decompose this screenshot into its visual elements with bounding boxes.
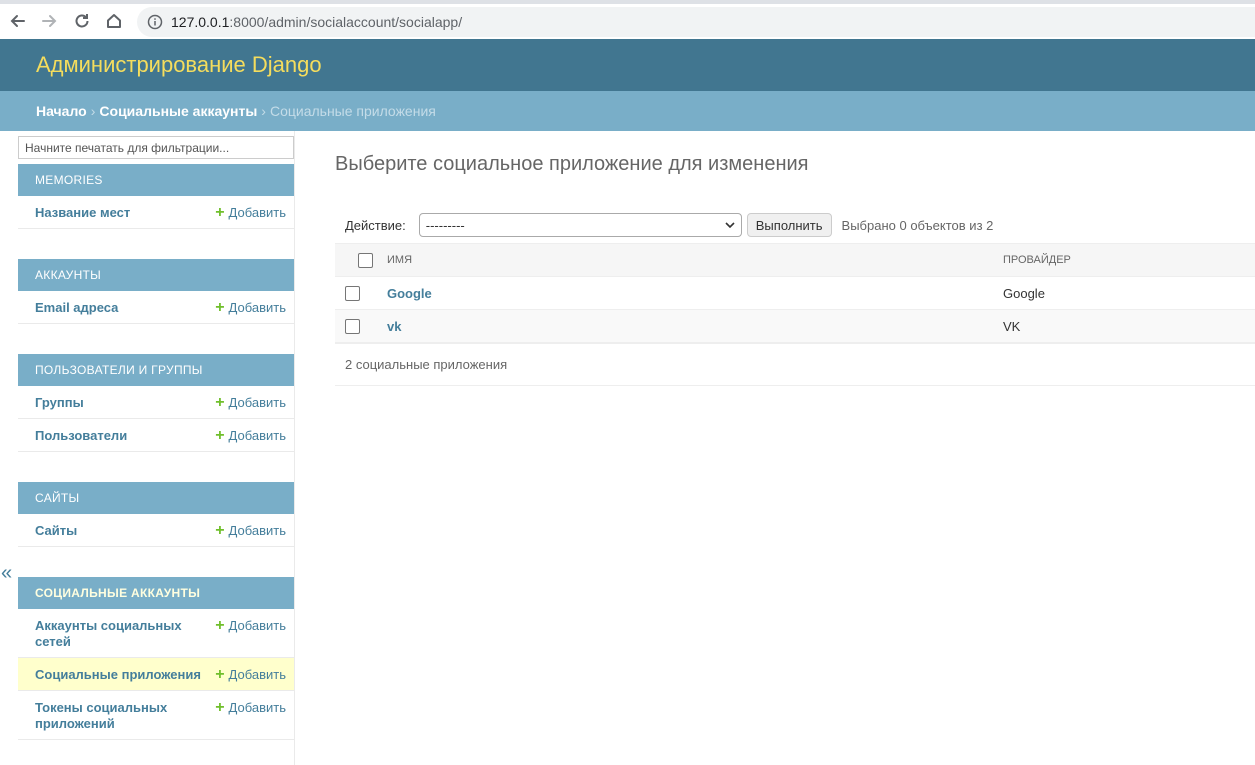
column-header-name[interactable]: Имя — [386, 244, 1002, 277]
sidebar-item-label[interactable]: Сайты — [35, 523, 77, 539]
sidebar-item-label[interactable]: Аккаунты социальных сетей — [35, 618, 185, 650]
sidebar-item-label[interactable]: Email адреса — [35, 300, 118, 316]
add-button[interactable]: + Добавить — [215, 523, 286, 539]
plus-icon: + — [215, 204, 225, 221]
arrow-right-icon — [42, 15, 57, 27]
select-all-checkbox[interactable] — [357, 253, 373, 269]
breadcrumb-separator: › — [90, 103, 96, 119]
home-icon — [107, 14, 121, 28]
toggle-sidebar-button[interactable]: « — [1, 562, 12, 585]
reload-button[interactable] — [71, 10, 93, 32]
result-count: 2 социальные приложения — [335, 343, 1255, 386]
breadcrumb-app[interactable]: Социальные аккаунты — [99, 103, 257, 119]
home-button[interactable] — [103, 10, 125, 32]
sidebar-item-groups: Группы + Добавить — [18, 386, 294, 419]
module-accounts: Аккаунты Email адреса + Добавить — [18, 259, 294, 324]
add-button[interactable]: + Добавить — [215, 667, 286, 683]
module-caption[interactable]: Пользователи и группы — [18, 354, 294, 386]
sidebar-item-label[interactable]: Токены социальных приложений — [35, 700, 185, 732]
name-cell: Google — [386, 277, 1002, 310]
sidebar-item-social-tokens: Токены социальных приложений + Добавить — [18, 691, 294, 740]
sidebar-item-label[interactable]: Группы — [35, 395, 84, 411]
add-button[interactable]: + Добавить — [215, 395, 286, 411]
sidebar-item-label[interactable]: Социальные приложения — [35, 667, 201, 683]
add-button[interactable]: + Добавить — [215, 618, 286, 634]
name-cell: vk — [386, 310, 1002, 343]
provider-cell: VK — [1003, 318, 1021, 334]
row-checkbox[interactable] — [345, 319, 360, 335]
arrow-left-icon — [10, 15, 25, 27]
sidebar-item-places: Название мест + Добавить — [18, 196, 294, 229]
sidebar-filter-input[interactable] — [18, 136, 294, 159]
module-socialaccount: Социальные аккаунты Аккаунты социальных … — [18, 577, 294, 740]
module-caption[interactable]: Аккаунты — [18, 259, 294, 291]
breadcrumb-current: Социальные приложения — [269, 103, 436, 119]
row-link[interactable]: vk — [387, 319, 401, 334]
module-sites: Сайты Сайты + Добавить — [18, 482, 294, 547]
breadcrumb-home[interactable]: Начало — [36, 103, 87, 119]
module-auth: Пользователи и группы Группы + Добавить П… — [18, 354, 294, 452]
sidebar-item-label[interactable]: Пользователи — [35, 428, 127, 444]
add-button[interactable]: + Добавить — [215, 700, 286, 716]
add-button[interactable]: + Добавить — [215, 428, 286, 444]
action-select-value: --------- — [425, 217, 465, 233]
action-select[interactable]: --------- — [418, 213, 742, 237]
module-caption[interactable]: Memories — [18, 164, 294, 196]
address-bar[interactable]: 127.0.0.1:8000/admin/socialaccount/socia… — [137, 7, 1255, 37]
results-table: Имя Провайдер Google Google vk VK — [335, 243, 1255, 343]
plus-icon: + — [215, 299, 225, 316]
row-link[interactable]: Google — [387, 286, 432, 301]
browser-toolbar: 127.0.0.1:8000/admin/socialaccount/socia… — [0, 0, 1255, 39]
chevron-down-icon — [725, 222, 735, 228]
plus-icon: + — [215, 666, 225, 683]
page-title: Выберите социальное приложение для измен… — [335, 153, 809, 175]
sidebar-item-label[interactable]: Название мест — [35, 205, 130, 221]
action-label: Действие: — [345, 217, 406, 233]
sidebar-item-users: Пользователи + Добавить — [18, 419, 294, 452]
module-caption[interactable]: Социальные аккаунты — [18, 577, 294, 609]
provider-cell: Google — [1003, 285, 1045, 301]
nav-sidebar: Memories Название мест +Добавить Аккаунт… — [18, 131, 295, 765]
site-title[interactable]: Администрирование Django — [36, 52, 322, 78]
module-caption[interactable]: Сайты — [18, 482, 294, 514]
row-checkbox[interactable] — [345, 286, 360, 302]
breadcrumb: Начало › Социальные аккаунты › Социальны… — [0, 91, 1255, 131]
table-header-row: Имя Провайдер — [335, 243, 1255, 277]
row-checkbox-cell — [335, 310, 386, 343]
plus-icon: + — [215, 617, 225, 634]
module-memories: Memories Название мест + Добавить — [18, 164, 294, 229]
breadcrumb-separator: › — [261, 103, 266, 119]
add-button[interactable]: + Добавить — [215, 205, 286, 221]
reload-icon — [75, 14, 89, 28]
sidebar-item-email: Email адреса + Добавить — [18, 291, 294, 324]
selection-counter: Выбрано 0 объектов из 2 — [841, 217, 994, 233]
sidebar-item-social-accounts: Аккаунты социальных сетей + Добавить — [18, 609, 294, 658]
action-bar: Действие: --------- Выполнить Выбрано 0 … — [335, 208, 1255, 242]
run-action-button[interactable]: Выполнить — [746, 213, 832, 237]
url-text: 127.0.0.1:8000/admin/socialaccount/socia… — [171, 14, 463, 30]
back-button[interactable] — [7, 10, 29, 32]
select-all-cell — [335, 244, 386, 277]
site-header: Администрирование Django — [0, 39, 1255, 91]
plus-icon: + — [215, 522, 225, 539]
plus-icon: + — [215, 427, 225, 444]
table-row: Google Google — [335, 277, 1255, 310]
forward-button[interactable] — [38, 10, 60, 32]
info-icon — [147, 14, 163, 30]
sidebar-item-sites: Сайты + Добавить — [18, 514, 294, 547]
row-checkbox-cell — [335, 277, 386, 310]
sidebar-item-social-apps: Социальные приложения + Добавить — [18, 658, 294, 691]
add-button[interactable]: + Добавить — [215, 300, 286, 316]
plus-icon: + — [215, 699, 225, 716]
table-row: vk VK — [335, 309, 1255, 343]
column-header-provider[interactable]: Провайдер — [1002, 244, 1255, 277]
plus-icon: + — [215, 394, 225, 411]
